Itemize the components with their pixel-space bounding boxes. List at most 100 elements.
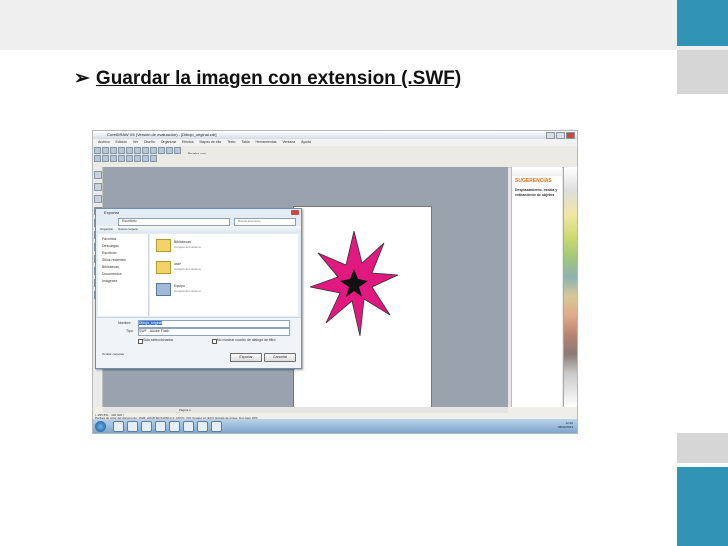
crop-tool-icon[interactable] bbox=[93, 195, 102, 203]
nav-item[interactable]: Favoritos bbox=[102, 237, 148, 241]
window-controls bbox=[545, 132, 575, 139]
docker-tab[interactable] bbox=[512, 168, 562, 176]
outline-icon[interactable] bbox=[141, 155, 149, 162]
docker-subtitle: Desplazamiento, escala y estiramiento de… bbox=[515, 188, 558, 197]
pick-tool-icon[interactable] bbox=[93, 171, 102, 179]
file-name: Equipo bbox=[174, 284, 185, 288]
menu-item[interactable]: Herramientas bbox=[256, 139, 277, 146]
redo-icon[interactable] bbox=[157, 147, 165, 154]
export-button[interactable]: Exportar bbox=[230, 353, 262, 362]
new-icon[interactable] bbox=[93, 147, 101, 154]
search-box[interactable]: Buscar Escritorio bbox=[234, 218, 296, 226]
shape-tool-icon[interactable] bbox=[93, 183, 102, 191]
dialog-command-bar: Organizar Nueva carpeta bbox=[96, 226, 301, 233]
cut-icon[interactable] bbox=[125, 147, 133, 154]
only-selected-label: Sólo seleccionados bbox=[143, 338, 174, 342]
scale-icon[interactable] bbox=[109, 155, 117, 162]
save-icon[interactable] bbox=[109, 147, 117, 154]
nav-item[interactable]: Sitios recientes bbox=[102, 258, 148, 262]
menu-item[interactable]: Ventana bbox=[282, 139, 295, 146]
filename-input[interactable]: Dibujo_original bbox=[138, 320, 290, 328]
type-select[interactable]: SWF - Adobe Flash bbox=[138, 328, 290, 336]
slide-heading: Guardar la imagen con extension (.SWF) bbox=[95, 68, 462, 89]
powerpoint-icon[interactable] bbox=[211, 421, 222, 432]
computer-icon bbox=[156, 283, 171, 296]
bullet-arrow-icon: ➢ bbox=[74, 68, 90, 89]
paste-icon[interactable] bbox=[141, 147, 149, 154]
no-filter-label: No mostrar cuadro de diálogo de filtro bbox=[217, 338, 276, 342]
nav-item[interactable]: Bibliotecas bbox=[102, 265, 148, 269]
import-icon[interactable] bbox=[165, 147, 173, 154]
export-icon[interactable] bbox=[173, 147, 181, 154]
window-titlebar: CorelDRAW X5 (Versión de evaluación) - [… bbox=[93, 131, 577, 139]
address-bar[interactable]: Escritorio bbox=[118, 218, 230, 226]
mirror-icon[interactable] bbox=[125, 155, 133, 162]
menu-item[interactable]: Mapas de bits bbox=[199, 139, 221, 146]
close-button[interactable] bbox=[566, 132, 575, 139]
clock-date: 05/02/2013 bbox=[557, 425, 573, 429]
hide-folders-toggle[interactable]: Ocultar carpetas bbox=[102, 352, 124, 356]
filename-label: Nombre: bbox=[118, 321, 132, 325]
star-shape[interactable] bbox=[310, 231, 398, 336]
menu-item[interactable]: Organizar bbox=[161, 139, 176, 146]
docker-title: SUGERENCIAS bbox=[515, 178, 552, 184]
position-icon[interactable] bbox=[93, 155, 101, 162]
new-folder-button[interactable]: Nueva carpeta bbox=[118, 227, 138, 231]
media-player-icon[interactable] bbox=[141, 421, 152, 432]
file-item[interactable]: user Carpeta del sistema bbox=[156, 260, 286, 274]
file-desc: Carpeta del sistema bbox=[174, 267, 201, 271]
firefox-icon[interactable] bbox=[155, 421, 166, 432]
file-desc: Carpeta del sistema bbox=[174, 289, 201, 293]
property-bar bbox=[93, 154, 577, 168]
address-path: Escritorio bbox=[122, 219, 137, 223]
menu-item[interactable]: Texto bbox=[227, 139, 235, 146]
menu-item[interactable]: Archivo bbox=[98, 139, 110, 146]
copy-icon[interactable] bbox=[133, 147, 141, 154]
file-name: user bbox=[174, 262, 181, 266]
hints-docker: SUGERENCIAS Desplazamiento, escala y est… bbox=[511, 167, 562, 407]
page-tab[interactable]: Página 1 bbox=[179, 408, 191, 412]
chrome-icon[interactable] bbox=[183, 421, 194, 432]
rotate-icon[interactable] bbox=[117, 155, 125, 162]
fill-icon[interactable] bbox=[149, 155, 157, 162]
organize-button[interactable]: Organizar bbox=[100, 227, 113, 231]
size-icon[interactable] bbox=[101, 155, 109, 162]
file-item[interactable]: Equipo Carpeta del sistema bbox=[156, 282, 286, 296]
ie-icon[interactable] bbox=[113, 421, 124, 432]
slide-top-band bbox=[0, 0, 728, 50]
slide-accent-top-gray bbox=[677, 50, 728, 94]
menu-item[interactable]: Diseño bbox=[144, 139, 155, 146]
menu-item[interactable]: Ver bbox=[133, 139, 138, 146]
dialog-title: Exportar bbox=[104, 210, 120, 215]
opera-icon[interactable] bbox=[169, 421, 180, 432]
dialog-close-button[interactable] bbox=[291, 210, 299, 215]
nav-item[interactable]: Descargas bbox=[102, 244, 148, 248]
undo-icon[interactable] bbox=[149, 147, 157, 154]
open-icon[interactable] bbox=[101, 147, 109, 154]
coreldraw-icon[interactable] bbox=[197, 421, 208, 432]
nav-item[interactable]: Documentos bbox=[102, 272, 148, 276]
maximize-button[interactable] bbox=[556, 132, 565, 139]
app-screenshot: CorelDRAW X5 (Versión de evaluación) - [… bbox=[92, 130, 578, 434]
type-value: SWF - Adobe Flash bbox=[139, 329, 170, 333]
folder-icon bbox=[156, 239, 171, 252]
user-folder-icon bbox=[156, 261, 171, 274]
export-dialog: Exportar Escritorio Buscar Escritorio Or… bbox=[95, 208, 302, 369]
color-palette[interactable] bbox=[563, 167, 577, 407]
minimize-button[interactable] bbox=[546, 132, 555, 139]
file-item[interactable]: Bibliotecas Carpeta del sistema bbox=[156, 238, 286, 252]
nav-item[interactable]: Imágenes bbox=[102, 279, 148, 283]
slide-accent-bottom-gray bbox=[677, 433, 728, 463]
slide-accent-bottom bbox=[677, 467, 728, 546]
cancel-button[interactable]: Cancelar bbox=[264, 353, 296, 362]
menu-item[interactable]: Efectos bbox=[182, 139, 194, 146]
menu-item[interactable]: Edición bbox=[116, 139, 127, 146]
navigation-pane: Favoritos Descargas Escritorio Sitios re… bbox=[98, 234, 149, 316]
menu-item[interactable]: Ayuda bbox=[301, 139, 311, 146]
nav-item[interactable]: Escritorio bbox=[102, 251, 148, 255]
align-icon[interactable] bbox=[133, 155, 141, 162]
print-icon[interactable] bbox=[117, 147, 125, 154]
start-button[interactable] bbox=[95, 420, 106, 432]
explorer-icon[interactable] bbox=[127, 421, 138, 432]
menu-item[interactable]: Tabla bbox=[241, 139, 249, 146]
